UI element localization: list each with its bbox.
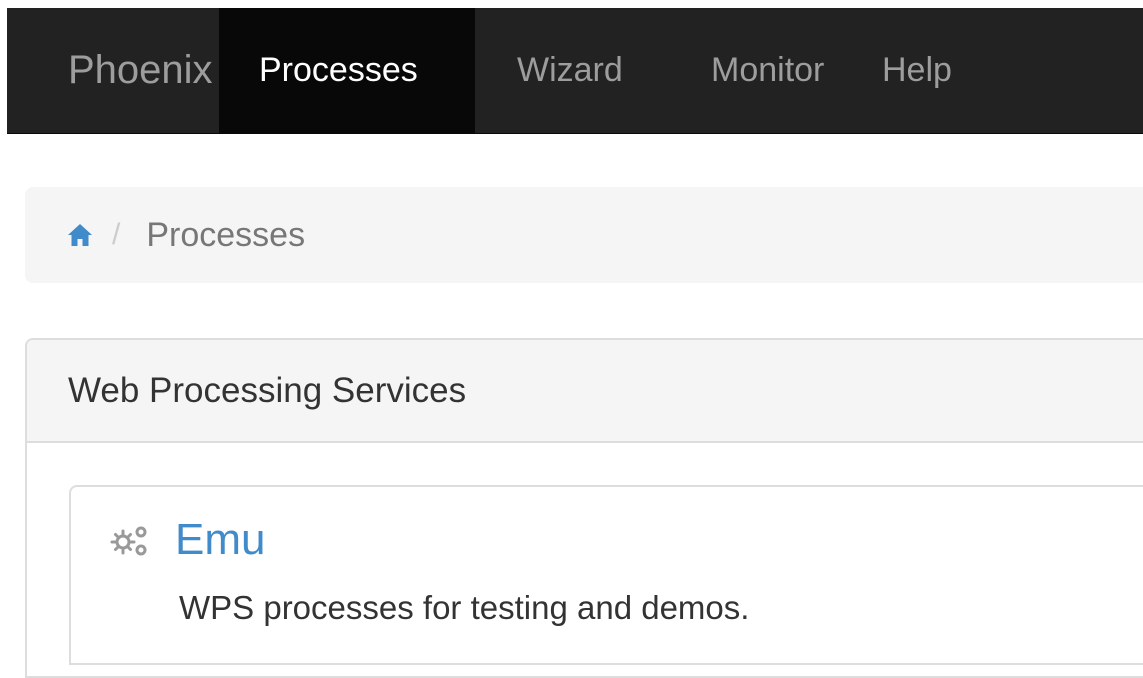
home-icon [68, 224, 92, 246]
service-description: WPS processes for testing and demos. [179, 589, 750, 626]
panel-title: Web Processing Services [27, 340, 1143, 443]
breadcrumb-home-link[interactable] [67, 222, 93, 248]
cogs-icon [109, 522, 153, 558]
wps-panel: Web Processing Services Emu WPS processe… [25, 338, 1143, 678]
list-item: Emu WPS processes for testing and demos. [69, 485, 1143, 665]
top-navbar: Phoenix Processes Wizard Monitor Help [7, 8, 1143, 134]
service-header: Emu [109, 515, 265, 565]
brand-link[interactable]: Phoenix [7, 8, 219, 133]
nav-item-monitor[interactable]: Monitor [673, 8, 880, 133]
breadcrumb-current: Processes [146, 215, 306, 254]
service-title-link[interactable]: Emu [175, 515, 265, 565]
nav-item-wizard[interactable]: Wizard [475, 8, 673, 133]
breadcrumb-separator: / [112, 218, 121, 251]
nav-item-processes[interactable]: Processes [219, 8, 475, 133]
nav-item-help[interactable]: Help [880, 8, 1000, 133]
breadcrumb: / Processes [25, 187, 1143, 283]
